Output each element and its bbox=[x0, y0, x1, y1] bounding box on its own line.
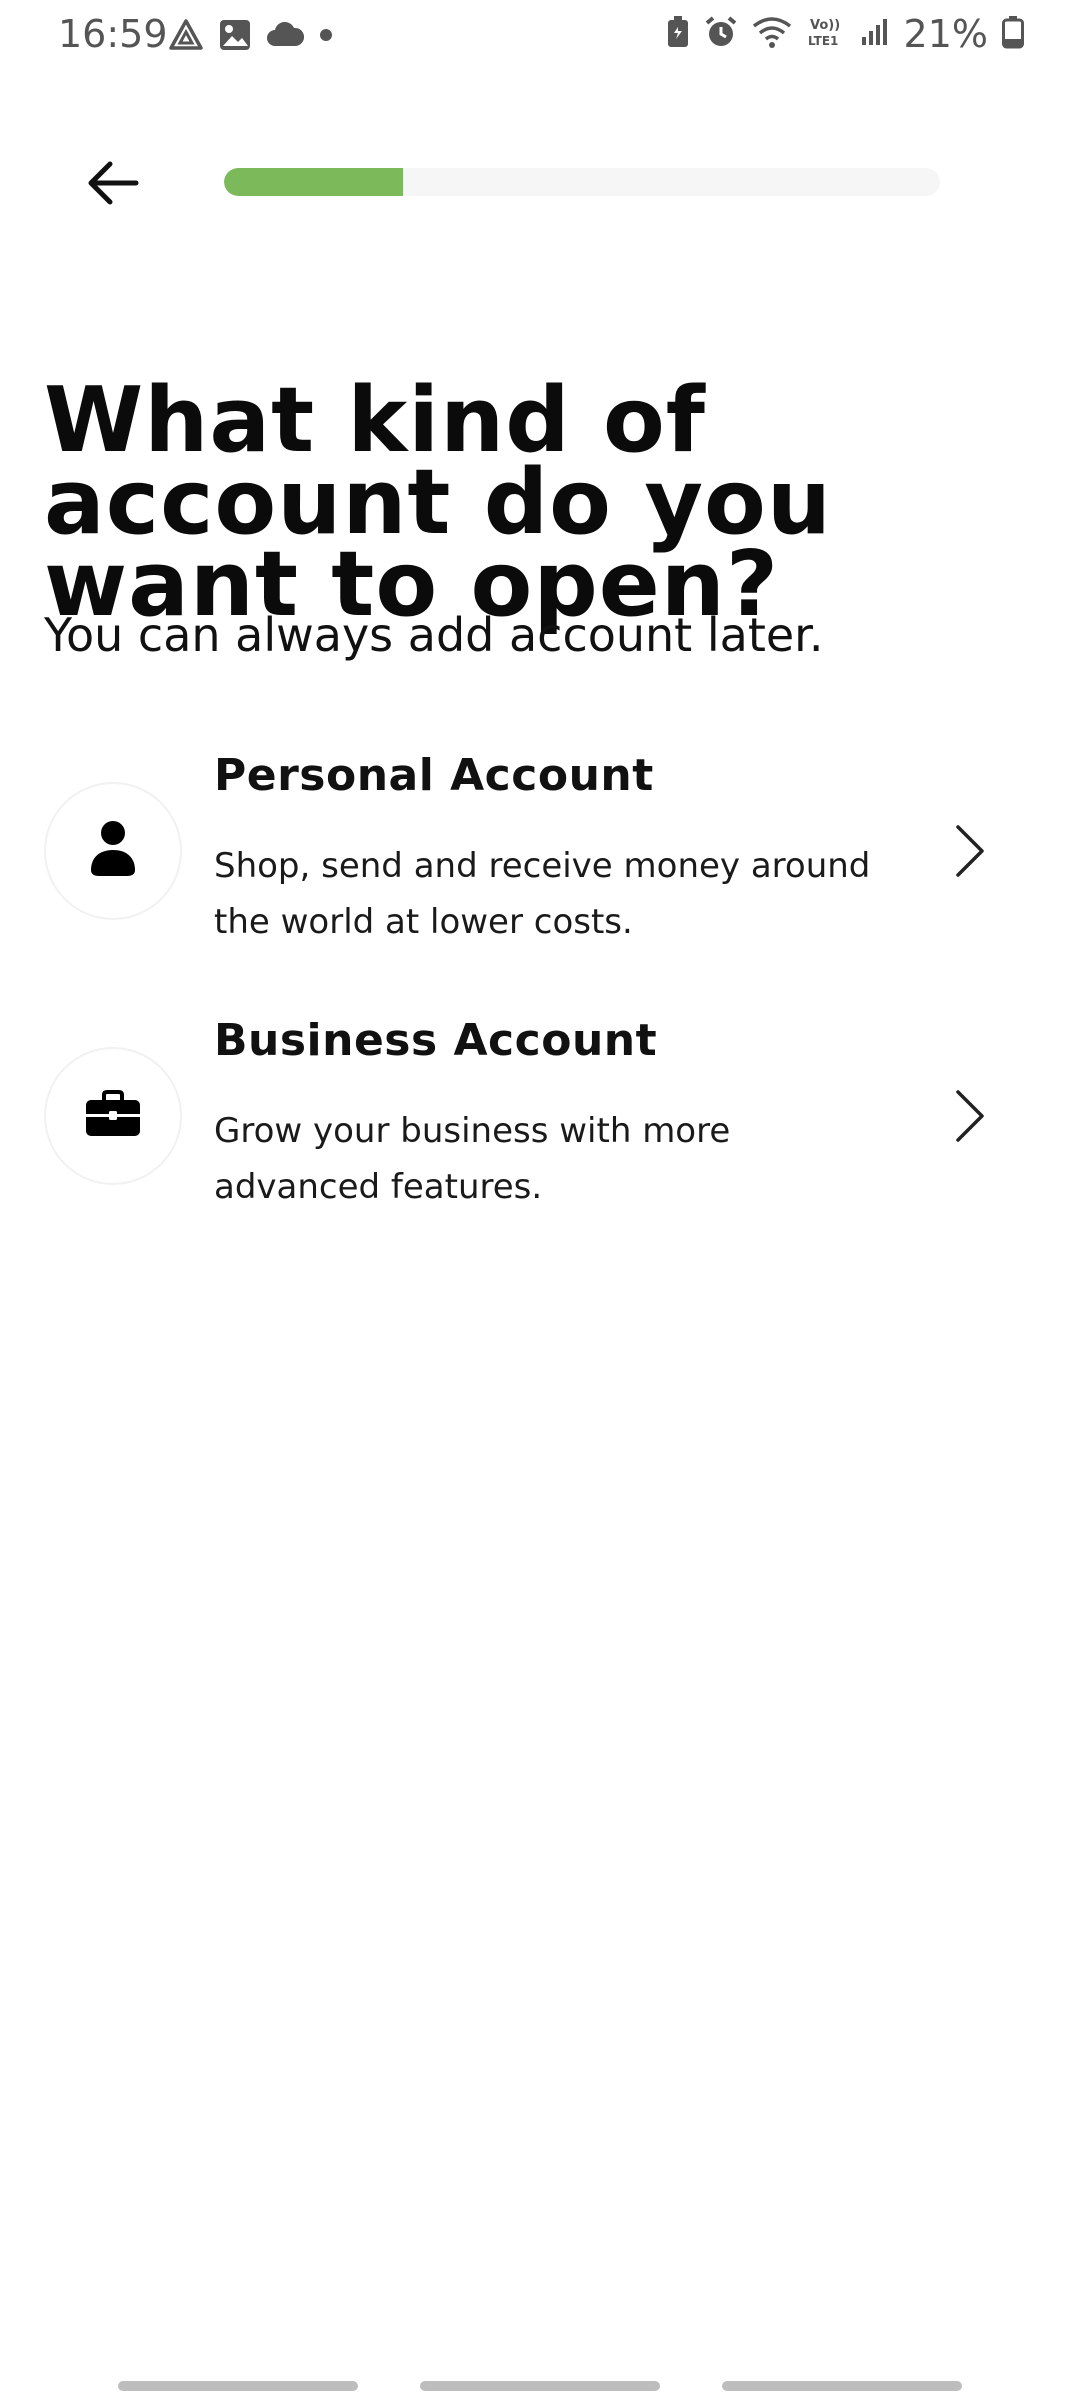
wifi-icon bbox=[752, 16, 792, 53]
briefcase-icon bbox=[84, 1089, 142, 1143]
page-subtitle: You can always add account later. bbox=[44, 608, 824, 662]
arrow-left-icon bbox=[86, 160, 140, 211]
dot-icon bbox=[318, 27, 334, 48]
gallery-icon bbox=[218, 18, 252, 57]
drive-icon bbox=[168, 18, 204, 57]
status-system-icons: Vo)) LTE1 21% bbox=[666, 12, 1024, 56]
cloud-icon bbox=[266, 21, 305, 53]
personal-account-description: Shop, send and receive money around the … bbox=[214, 846, 871, 942]
personal-account-title: Personal Account bbox=[214, 750, 654, 801]
business-account-avatar bbox=[44, 1047, 182, 1185]
alarm-icon bbox=[704, 15, 738, 54]
battery-percentage: 21% bbox=[903, 12, 988, 56]
onboarding-progress-bar bbox=[224, 168, 940, 196]
personal-account-avatar bbox=[44, 782, 182, 920]
nav-back-bar[interactable] bbox=[722, 2381, 962, 2391]
nav-recents-bar[interactable] bbox=[118, 2381, 358, 2391]
business-account-title: Business Account bbox=[214, 1015, 658, 1066]
signal-icon bbox=[860, 17, 890, 52]
chevron-right-icon bbox=[940, 816, 1000, 886]
svg-text:Vo)): Vo)) bbox=[810, 18, 840, 33]
status-notification-icons bbox=[168, 18, 334, 57]
business-account-option[interactable]: Business Account Grow your business with… bbox=[0, 1015, 1080, 1245]
volte-icon: Vo)) LTE1 bbox=[806, 15, 846, 54]
person-icon bbox=[89, 820, 137, 883]
battery-icon bbox=[1002, 15, 1024, 54]
personal-account-option[interactable]: Personal Account Shop, send and receive … bbox=[0, 750, 1080, 980]
back-button[interactable] bbox=[78, 150, 148, 220]
nav-home-bar[interactable] bbox=[420, 2381, 660, 2391]
svg-text:LTE1: LTE1 bbox=[808, 34, 838, 48]
status-bar: 16:59 Vo)) LTE1 21% bbox=[0, 0, 1080, 70]
status-time: 16:59 bbox=[58, 12, 168, 56]
progress-fill bbox=[224, 168, 403, 196]
battery-saver-icon bbox=[666, 15, 690, 54]
page-title: What kind of account do you want to open… bbox=[44, 368, 832, 637]
chevron-right-icon bbox=[940, 1081, 1000, 1151]
business-account-description: Grow your business with more advanced fe… bbox=[214, 1111, 731, 1207]
